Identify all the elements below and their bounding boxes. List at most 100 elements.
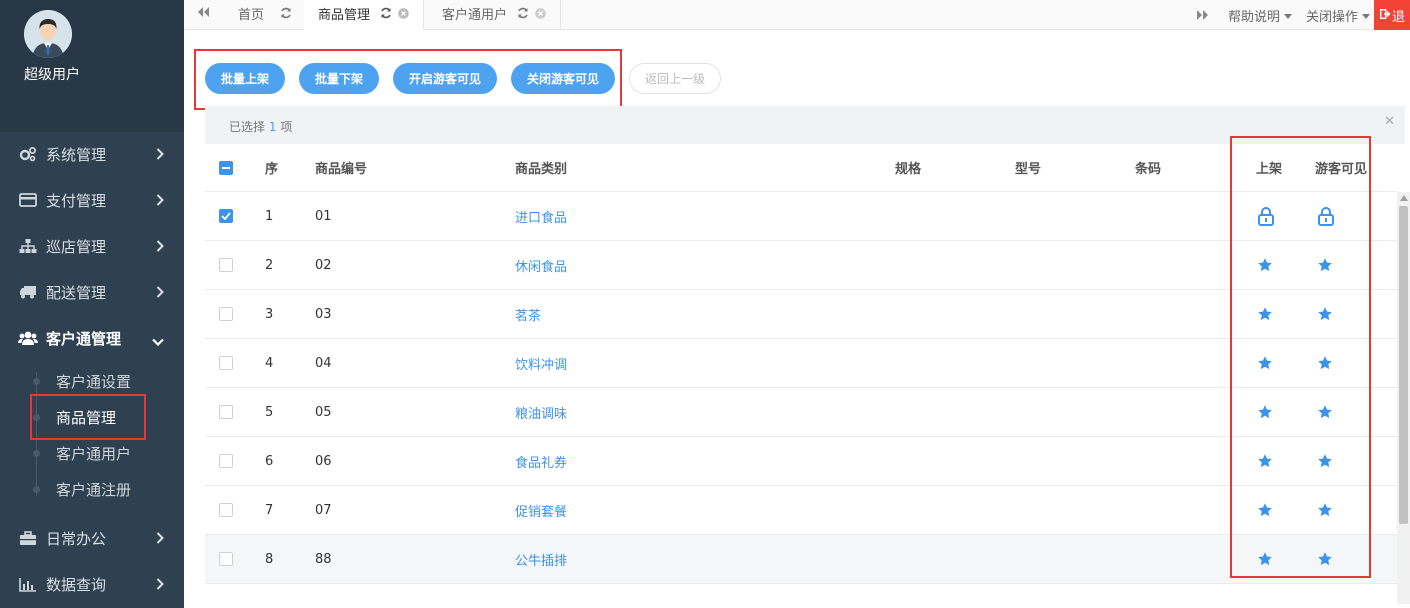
checkbox-cell <box>219 290 233 338</box>
row-checkbox[interactable] <box>219 503 233 517</box>
header-spec: 规格 <box>895 162 922 177</box>
back-button[interactable]: 返回上一级 <box>629 63 721 94</box>
checkbox-cell <box>219 388 233 436</box>
sidebar-item-office[interactable]: 日常办公 <box>0 515 184 561</box>
selection-count: 1 <box>268 120 277 134</box>
sidebar-item-label: 配送管理 <box>46 283 107 302</box>
header-seq: 序 <box>265 162 279 177</box>
sidebar-item-payment[interactable]: 支付管理 <box>0 177 184 223</box>
sidebar-item-system[interactable]: 系统管理 <box>0 131 184 177</box>
row-checkbox[interactable] <box>219 258 233 272</box>
users-icon <box>18 330 38 346</box>
select-all-checkbox[interactable] <box>219 160 233 175</box>
sign-out-icon <box>1379 8 1391 23</box>
selection-suffix: 项 <box>280 120 293 134</box>
table-row[interactable]: 6 06 食品礼券 <box>205 437 1397 486</box>
close-circle-icon[interactable] <box>535 5 546 27</box>
cell-seq: 4 <box>265 355 274 371</box>
row-checkbox[interactable] <box>219 552 233 566</box>
sidebar-item-delivery[interactable]: 配送管理 <box>0 269 184 315</box>
row-checkbox[interactable] <box>219 307 233 321</box>
table-row[interactable]: 7 07 促销套餐 <box>205 486 1397 535</box>
sidebar-item-label: 客户通管理 <box>46 329 122 348</box>
cell-category-link[interactable]: 食品礼券 <box>515 437 567 485</box>
cell-category-link[interactable]: 公牛插排 <box>515 535 567 583</box>
cell-code: 04 <box>315 355 332 371</box>
refresh-icon[interactable] <box>380 5 392 27</box>
tab-customer-users[interactable]: 客户通用户 <box>428 0 562 30</box>
checkbox-cell <box>219 339 233 387</box>
tab-label: 商品管理 <box>318 8 371 23</box>
header-barcode: 条码 <box>1135 162 1162 177</box>
table-header: 序 商品编号 商品类别 规格 型号 条码 上架 游客可见 <box>205 144 1397 192</box>
chevron-right-icon <box>156 530 164 548</box>
row-checkbox[interactable] <box>219 405 233 419</box>
selection-prefix: 已选择 <box>229 120 266 134</box>
batch-off-button[interactable]: 批量下架 <box>299 63 379 94</box>
cell-seq: 6 <box>265 453 274 469</box>
cell-code: 03 <box>315 306 332 322</box>
help-label: 帮助说明 <box>1228 9 1281 25</box>
tree-dot <box>33 486 40 493</box>
briefcase-icon <box>18 530 38 546</box>
help-dropdown[interactable]: 帮助说明 <box>1228 0 1293 30</box>
double-chevron-left-icon[interactable] <box>196 6 210 22</box>
checkbox-cell <box>219 486 233 534</box>
cell-category-link[interactable]: 粮油调味 <box>515 388 567 436</box>
cell-seq: 1 <box>265 208 274 224</box>
profile-panel: 超级用户 <box>0 0 184 132</box>
scroll-up-arrow-icon[interactable] <box>1400 195 1408 201</box>
table-row-partial <box>205 584 1397 608</box>
cell-code: 05 <box>315 404 332 420</box>
sidebar-item-patrol[interactable]: 巡店管理 <box>0 223 184 269</box>
cell-seq: 8 <box>265 551 274 567</box>
chevron-right-icon <box>156 192 164 210</box>
cell-category-link[interactable]: 饮料冲调 <box>515 339 567 387</box>
close-circle-icon[interactable] <box>398 5 409 27</box>
cell-seq: 3 <box>265 306 274 322</box>
sidebar-subitem-settings[interactable]: 客户通设置 <box>56 370 131 394</box>
row-checkbox[interactable] <box>219 454 233 468</box>
table-row[interactable]: 1 01 进口食品 <box>205 192 1397 241</box>
sidebar-subitem-users[interactable]: 客户通用户 <box>56 442 131 466</box>
close-ops-dropdown[interactable]: 关闭操作 <box>1306 0 1371 30</box>
row-checkbox[interactable] <box>219 356 233 370</box>
tab-label: 首页 <box>238 8 265 23</box>
close-icon[interactable]: ✕ <box>1384 114 1395 129</box>
avatar[interactable] <box>24 10 72 58</box>
refresh-icon[interactable] <box>517 5 529 27</box>
table-row[interactable]: 3 03 茗茶 <box>205 290 1397 339</box>
cell-category-link[interactable]: 促销套餐 <box>515 486 567 534</box>
cell-category-link[interactable]: 休闲食品 <box>515 241 567 289</box>
double-chevron-right-icon[interactable] <box>1196 0 1210 30</box>
header-code: 商品编号 <box>315 162 368 177</box>
batch-on-button[interactable]: 批量上架 <box>205 63 285 94</box>
cell-seq: 7 <box>265 502 274 518</box>
scrollbar-thumb[interactable] <box>1399 206 1408 524</box>
sidebar-subitem-register[interactable]: 客户通注册 <box>56 478 131 502</box>
tab-products[interactable]: 商品管理 <box>304 0 425 30</box>
checkbox-cell <box>219 437 233 485</box>
logout-button[interactable]: 退 <box>1374 0 1410 30</box>
table-row[interactable]: 2 02 休闲食品 <box>205 241 1397 290</box>
table-row[interactable]: 5 05 粮油调味 <box>205 388 1397 437</box>
profile-name: 超级用户 <box>24 67 80 83</box>
table-row[interactable]: 4 04 饮料冲调 <box>205 339 1397 388</box>
open-guest-button[interactable]: 开启游客可见 <box>393 63 497 94</box>
table-row[interactable]: 8 88 公牛插排 <box>205 535 1397 584</box>
tree-dot <box>33 450 40 457</box>
caret-down-icon <box>1284 8 1293 23</box>
cell-code: 01 <box>315 208 332 224</box>
highlight-box <box>1230 136 1371 578</box>
logout-label: 退 <box>1392 9 1406 25</box>
sidebar-item-customer[interactable]: 客户通管理 <box>0 315 184 361</box>
close-guest-button[interactable]: 关闭游客可见 <box>511 63 615 94</box>
row-checkbox[interactable] <box>219 209 233 223</box>
sidebar-item-data[interactable]: 数据查询 <box>0 561 184 607</box>
caret-down-icon <box>1362 8 1371 23</box>
chevron-right-icon <box>156 284 164 302</box>
tab-home[interactable]: 首页 <box>224 0 308 30</box>
cell-category-link[interactable]: 茗茶 <box>515 290 541 338</box>
cell-category-link[interactable]: 进口食品 <box>515 192 567 240</box>
refresh-icon[interactable] <box>280 5 292 27</box>
